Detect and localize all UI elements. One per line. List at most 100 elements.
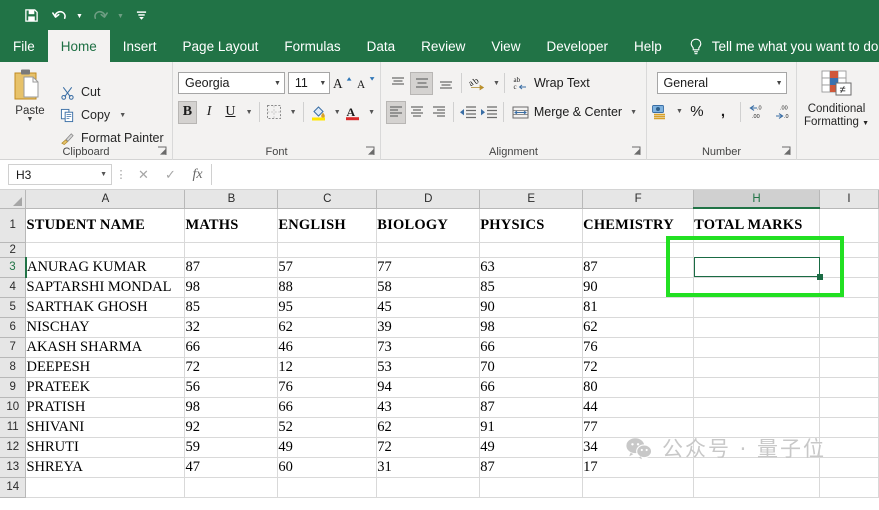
orientation-dropdown-icon[interactable]: ▼	[493, 80, 500, 87]
cell-D14[interactable]	[376, 477, 481, 498]
cell-B2[interactable]	[184, 242, 279, 258]
font-name-dropdown-icon[interactable]: ▼	[269, 80, 281, 87]
row-header-4[interactable]: 4	[0, 277, 27, 298]
merge-center-button[interactable]: Merge & Center ▼	[508, 101, 641, 124]
cell-F4[interactable]: 90	[582, 277, 695, 298]
cell-C8[interactable]: 12	[277, 357, 378, 378]
cell-B12[interactable]: 59	[184, 437, 279, 458]
cell-D13[interactable]: 31	[376, 457, 481, 478]
redo-icon[interactable]	[87, 3, 113, 27]
align-right-button[interactable]	[429, 101, 449, 124]
orientation-button[interactable]: a b	[466, 72, 489, 95]
row-header-2[interactable]: 2	[0, 242, 27, 258]
cell-B11[interactable]: 92	[184, 417, 279, 438]
column-header-a[interactable]: A	[25, 190, 186, 209]
cell-A10[interactable]: PRATISH	[25, 397, 186, 418]
cell-H8[interactable]	[693, 357, 821, 378]
cell-F2[interactable]	[582, 242, 695, 258]
cell-H10[interactable]	[693, 397, 821, 418]
row-header-1[interactable]: 1	[0, 208, 27, 243]
cell-H2[interactable]	[693, 242, 821, 258]
row-header-14[interactable]: 14	[0, 477, 27, 498]
tab-insert[interactable]: Insert	[110, 30, 170, 62]
cell-F5[interactable]: 81	[582, 297, 695, 318]
cell-F10[interactable]: 44	[582, 397, 695, 418]
cell-C12[interactable]: 49	[277, 437, 378, 458]
cell-H4[interactable]	[693, 277, 821, 298]
tab-developer[interactable]: Developer	[533, 30, 621, 62]
cell-B3[interactable]: 87	[184, 257, 279, 278]
cell-C2[interactable]	[277, 242, 378, 258]
clipboard-dialog-launcher-icon[interactable]	[157, 146, 168, 157]
row-header-8[interactable]: 8	[0, 357, 27, 378]
number-format-dropdown-icon[interactable]: ▼	[771, 80, 783, 87]
row-header-11[interactable]: 11	[0, 417, 27, 438]
italic-button[interactable]: I	[200, 101, 218, 124]
borders-dropdown-icon[interactable]: ▼	[290, 109, 297, 116]
cell-D5[interactable]: 45	[376, 297, 481, 318]
cell-I11[interactable]	[819, 417, 879, 438]
cell-A7[interactable]: AKASH SHARMA	[25, 337, 186, 358]
cell-E5[interactable]: 90	[479, 297, 584, 318]
font-name-combo[interactable]: Georgia ▼	[178, 72, 285, 94]
customize-quick-access-icon[interactable]	[128, 3, 154, 27]
cell-C13[interactable]: 60	[277, 457, 378, 478]
cell-E12[interactable]: 49	[479, 437, 584, 458]
format-painter-button[interactable]: Format Painter	[57, 128, 167, 148]
cell-E8[interactable]: 70	[479, 357, 584, 378]
cell-B14[interactable]	[184, 477, 279, 498]
column-header-h[interactable]: H	[693, 190, 821, 209]
save-icon[interactable]	[18, 3, 44, 27]
cell-A15[interactable]	[25, 497, 186, 498]
comma-style-button[interactable]: ,	[711, 100, 735, 123]
cell-H3[interactable]	[693, 257, 821, 278]
cell-A4[interactable]: SAPTARSHI MONDAL	[25, 277, 186, 298]
cell-C4[interactable]: 88	[277, 277, 378, 298]
cell-F3[interactable]: 87	[582, 257, 695, 278]
cell-H1[interactable]: TOTAL MARKS	[693, 208, 821, 243]
cell-D11[interactable]: 62	[376, 417, 481, 438]
cell-C6[interactable]: 62	[277, 317, 378, 338]
cell-C3[interactable]: 57	[277, 257, 378, 278]
cell-B8[interactable]: 72	[184, 357, 279, 378]
cell-A13[interactable]: SHREYA	[25, 457, 186, 478]
cell-C14[interactable]	[277, 477, 378, 498]
underline-button[interactable]: U	[221, 101, 239, 124]
tab-file[interactable]: File	[0, 30, 48, 62]
tell-me-box[interactable]: Tell me what you want to do	[675, 30, 878, 62]
bold-button[interactable]: B	[178, 100, 197, 124]
cell-E13[interactable]: 87	[479, 457, 584, 478]
cell-C5[interactable]: 95	[277, 297, 378, 318]
cell-F8[interactable]: 72	[582, 357, 695, 378]
column-header-i[interactable]: I	[819, 190, 879, 209]
fill-color-dropdown-icon[interactable]: ▼	[334, 109, 341, 116]
cell-F15[interactable]	[582, 497, 695, 498]
font-dialog-launcher-icon[interactable]	[365, 146, 376, 157]
formula-input[interactable]	[211, 164, 873, 185]
undo-icon[interactable]	[46, 3, 72, 27]
cell-I12[interactable]	[819, 437, 879, 458]
cell-B15[interactable]	[184, 497, 279, 498]
decrease-font-size-button[interactable]: A	[356, 72, 375, 95]
cell-E11[interactable]: 91	[479, 417, 584, 438]
paste-dropdown-icon[interactable]: ▼	[27, 116, 34, 123]
cell-I6[interactable]	[819, 317, 879, 338]
cell-E3[interactable]: 63	[479, 257, 584, 278]
row-header-9[interactable]: 9	[0, 377, 27, 398]
copy-button[interactable]: Copy ▼	[57, 105, 167, 125]
cell-C11[interactable]: 52	[277, 417, 378, 438]
column-header-c[interactable]: C	[277, 190, 378, 209]
align-top-button[interactable]	[386, 72, 409, 95]
font-size-combo[interactable]: 11 ▼	[287, 72, 331, 94]
column-header-e[interactable]: E	[479, 190, 584, 209]
cell-I10[interactable]	[819, 397, 879, 418]
cell-B9[interactable]: 56	[184, 377, 279, 398]
conditional-formatting-button[interactable]: ≠ Conditional Formatting ▼	[804, 66, 869, 160]
number-format-combo[interactable]: General ▼	[656, 72, 787, 94]
font-color-dropdown-icon[interactable]: ▼	[368, 109, 375, 116]
cell-I9[interactable]	[819, 377, 879, 398]
cell-I15[interactable]	[819, 497, 879, 498]
cell-E6[interactable]: 98	[479, 317, 584, 338]
underline-dropdown-icon[interactable]: ▼	[246, 109, 253, 116]
row-header-15[interactable]: 15	[0, 497, 27, 498]
